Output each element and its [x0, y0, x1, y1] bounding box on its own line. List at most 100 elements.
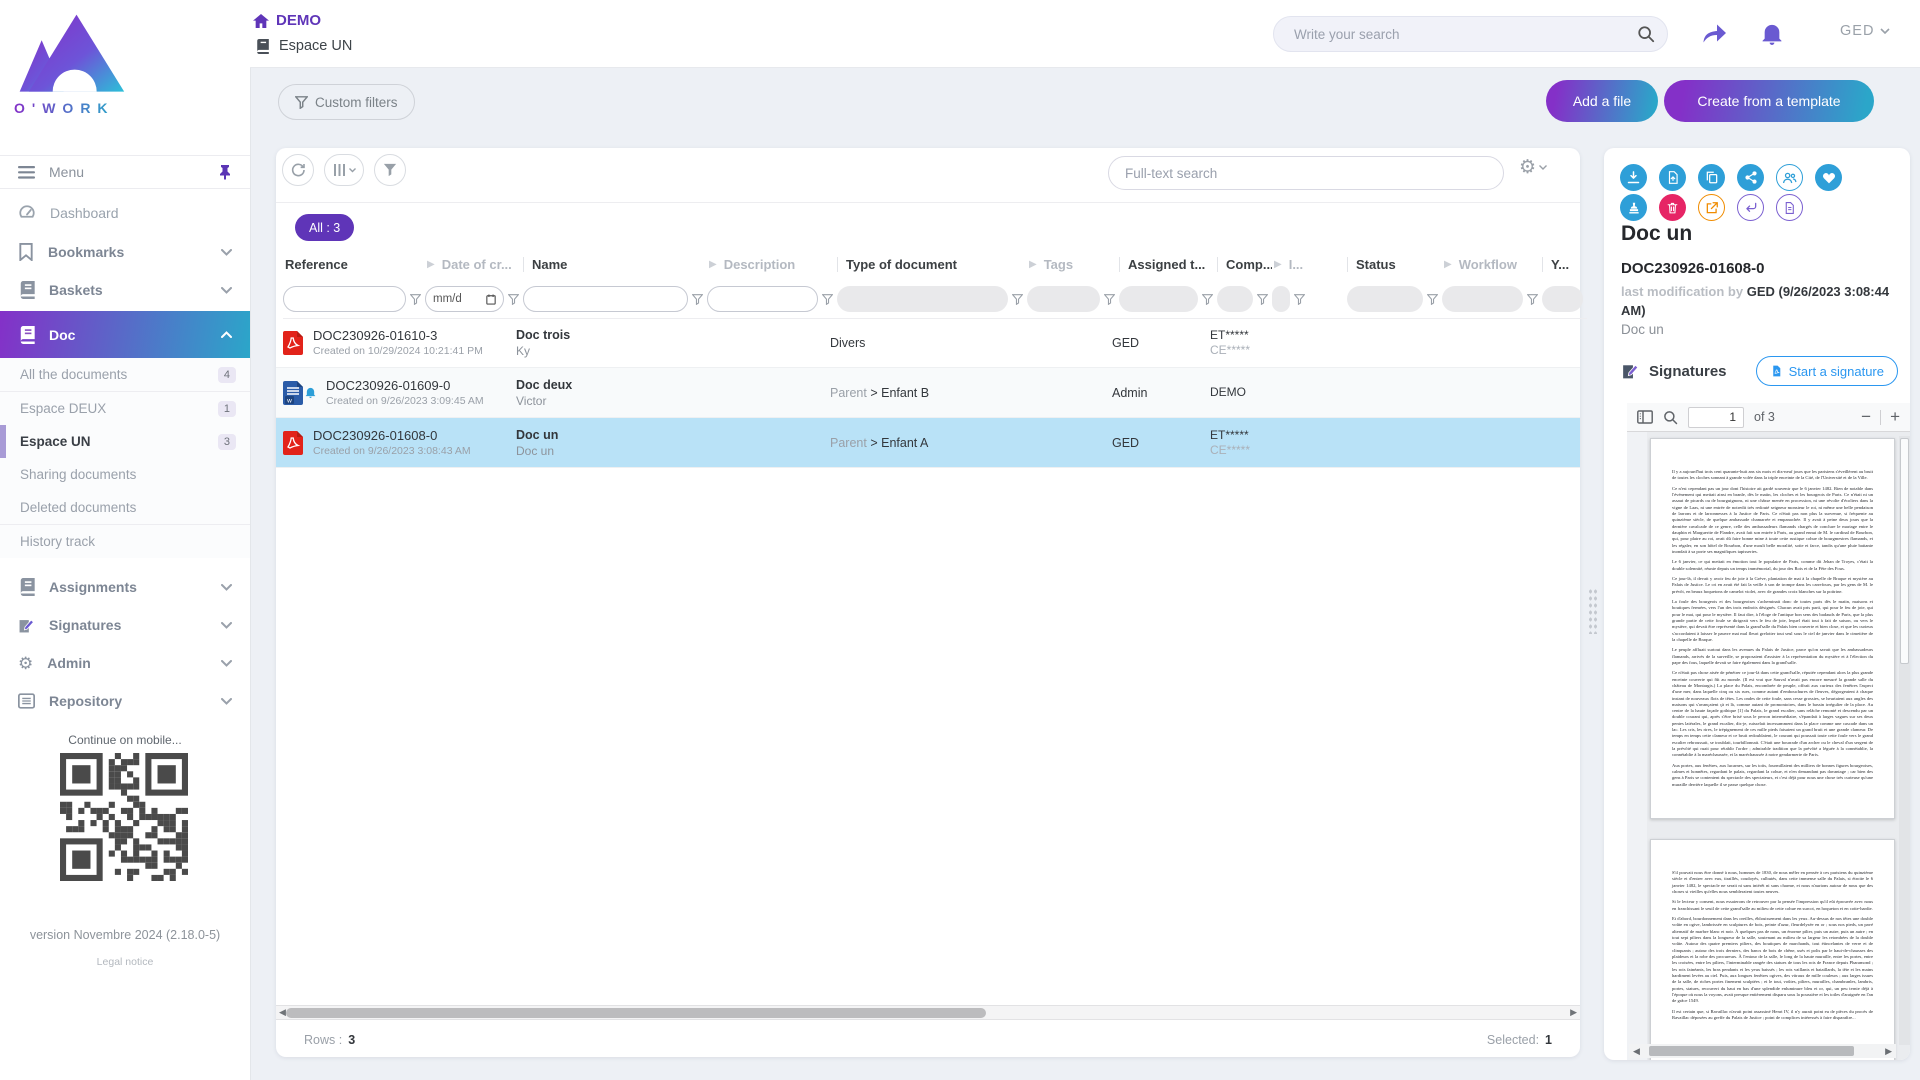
scrollbar-thumb[interactable] [1900, 438, 1909, 664]
column-header-status[interactable]: Status [1347, 257, 1442, 272]
table-row[interactable]: w DOC230926-01609-0 Created on 9/26/2023… [276, 368, 1580, 418]
search-icon[interactable] [1663, 410, 1678, 425]
fulltext-search-input[interactable] [1108, 156, 1504, 190]
sidebar-item-repository[interactable]: Repository [0, 684, 250, 718]
global-search-input[interactable] [1292, 26, 1637, 43]
sidebar-toggle-icon[interactable] [1637, 410, 1653, 424]
add-file-button[interactable]: Add a file [1546, 80, 1658, 122]
column-header-description[interactable]: ▶Description [707, 257, 837, 272]
zoom-in-button[interactable]: + [1890, 407, 1900, 427]
page-number-input[interactable] [1688, 407, 1744, 428]
refresh-button[interactable] [282, 154, 314, 186]
scroll-right-arrow[interactable]: ▶ [1881, 1046, 1896, 1057]
breadcrumb-root[interactable]: DEMO [253, 12, 321, 29]
column-header-workflow[interactable]: ▶Workflow [1442, 257, 1542, 272]
funnel-icon[interactable] [692, 294, 703, 305]
funnel-icon[interactable] [508, 294, 519, 305]
sidebar-item-history-track[interactable]: History track [0, 524, 250, 558]
share-button[interactable] [1737, 164, 1764, 191]
sidebar-item-signatures[interactable]: Signatures [0, 608, 250, 642]
column-header-date[interactable]: ▶Date of cr... [425, 257, 523, 272]
pdf-horizontal-scrollbar[interactable]: ◀ ▶ [1629, 1044, 1896, 1058]
table-body: DOC230926-01610-3 Created on 10/29/2024 … [276, 318, 1580, 468]
delete-trash-button[interactable] [1659, 194, 1686, 221]
columns-button[interactable] [324, 154, 364, 186]
column-header-tags[interactable]: ▶Tags [1027, 257, 1119, 272]
pin-icon[interactable] [218, 164, 232, 180]
sidebar-item-espace-deux[interactable]: Espace DEUX 1 [0, 391, 250, 425]
pdf-toolbar: of 3 − + [1627, 403, 1910, 432]
sidebar-item-assignments[interactable]: Assignments [0, 570, 250, 604]
sidebar-item-dashboard[interactable]: Dashboard [0, 196, 250, 230]
filter-date-input[interactable]: mm/d [425, 286, 504, 312]
funnel-icon[interactable] [1294, 294, 1305, 305]
filter-description-input[interactable] [707, 286, 818, 312]
table-settings-button[interactable]: ⚙ [1519, 158, 1547, 177]
open-external-button[interactable] [1698, 194, 1725, 221]
column-header-company[interactable]: Comp... [1217, 257, 1272, 272]
horizontal-scrollbar[interactable]: ◀ ▶ [276, 1005, 1580, 1020]
funnel-icon[interactable] [1202, 294, 1213, 305]
sidebar-item-espace-un[interactable]: Espace UN 3 [0, 425, 250, 458]
table-row-selected[interactable]: DOC230926-01608-0 Created on 9/26/2023 3… [276, 418, 1580, 468]
legal-notice-link[interactable]: Legal notice [0, 956, 250, 968]
pdf-page-2: S'il pouvait nous être donné à nous, hom… [1650, 839, 1895, 1060]
menu-toggle[interactable]: Menu [0, 155, 250, 189]
copy-button[interactable] [1698, 164, 1725, 191]
chevron-down-icon [221, 660, 232, 667]
signature-file-icon [1770, 364, 1783, 378]
upload-version-button[interactable] [1659, 164, 1686, 191]
sidebar-item-sharing-documents[interactable]: Sharing documents [0, 458, 250, 491]
search-icon[interactable] [1637, 25, 1655, 43]
tab-all-documents[interactable]: All : 3 [295, 214, 354, 241]
custom-filters-button[interactable]: Custom filters [278, 84, 415, 120]
table-row[interactable]: DOC230926-01610-3 Created on 10/29/2024 … [276, 318, 1580, 368]
scroll-right-arrow[interactable]: ▶ [1570, 1007, 1577, 1018]
permissions-users-button[interactable] [1776, 164, 1803, 191]
column-header-i[interactable]: ▶I... [1272, 257, 1347, 272]
filter-name-input[interactable] [523, 286, 688, 312]
funnel-icon[interactable] [1427, 294, 1438, 305]
download-button[interactable] [1620, 164, 1647, 191]
funnel-icon[interactable] [1257, 294, 1268, 305]
return-button[interactable] [1737, 194, 1764, 221]
scroll-left-arrow[interactable]: ◀ [279, 1007, 286, 1018]
scroll-left-arrow[interactable]: ◀ [1629, 1046, 1644, 1057]
column-header-name[interactable]: Name [523, 257, 707, 272]
panel-resize-handle[interactable] [1588, 588, 1598, 634]
scrollbar-thumb[interactable] [286, 1008, 986, 1018]
breadcrumb-page[interactable]: Espace UN [255, 38, 352, 54]
column-header-y[interactable]: Y... [1542, 257, 1587, 272]
scrollbar-thumb[interactable] [1649, 1046, 1854, 1056]
funnel-icon[interactable] [822, 294, 833, 305]
funnel-icon[interactable] [1104, 294, 1115, 305]
share-shortcut-icon[interactable] [1700, 20, 1728, 48]
create-from-template-button[interactable]: Create from a template [1664, 80, 1874, 122]
word-file-icon: w [283, 381, 316, 405]
stamp-button[interactable] [1620, 194, 1647, 221]
sidebar-item-deleted-documents[interactable]: Deleted documents [0, 491, 250, 524]
start-signature-button[interactable]: Start a signature [1756, 356, 1898, 386]
sidebar-item-admin[interactable]: ⚙ Admin [0, 646, 250, 680]
sidebar-item-baskets[interactable]: Baskets [0, 273, 250, 307]
document-reference: DOC230926-01608-0 [1621, 260, 1764, 277]
column-header-assigned[interactable]: Assigned t... [1119, 257, 1217, 272]
funnel-icon[interactable] [1012, 294, 1023, 305]
document-properties-button[interactable] [1776, 194, 1803, 221]
favorite-heart-button[interactable] [1815, 164, 1842, 191]
sidebar-item-doc[interactable]: Doc [0, 311, 250, 358]
pdf-vertical-scrollbar[interactable] [1899, 436, 1910, 1045]
column-header-reference[interactable]: Reference [283, 257, 425, 272]
filter-button[interactable] [374, 154, 406, 186]
sidebar-item-all-documents[interactable]: All the documents 4 [0, 358, 250, 391]
filter-reference-input[interactable] [283, 286, 406, 312]
funnel-icon[interactable] [410, 294, 421, 305]
notifications-bell-icon[interactable] [1758, 20, 1786, 48]
filter-company-disabled [1217, 286, 1253, 312]
zoom-out-button[interactable]: − [1861, 407, 1871, 427]
user-menu[interactable]: GED [1840, 23, 1890, 39]
pdf-preview-area: Il y a aujourd'hui trois cent quarante-h… [1627, 432, 1910, 1060]
sidebar-item-bookmarks[interactable]: Bookmarks [0, 235, 250, 269]
column-header-type[interactable]: Type of document [837, 257, 1027, 272]
funnel-icon[interactable] [1527, 294, 1538, 305]
